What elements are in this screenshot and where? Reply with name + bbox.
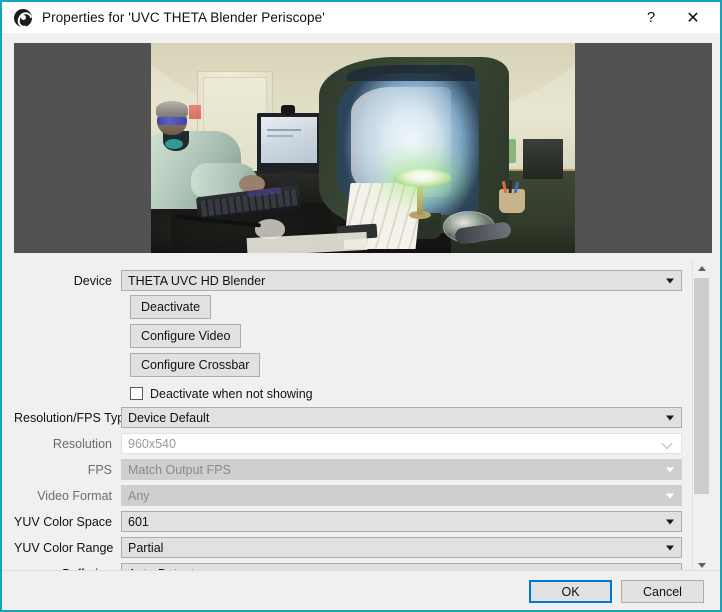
fps-label: FPS <box>87 462 112 477</box>
window-title: Properties for 'UVC THETA Blender Perisc… <box>42 10 325 25</box>
row-configure-video: Configure Video <box>130 324 242 348</box>
scene-person-hair <box>156 101 188 117</box>
title-bar: Properties for 'UVC THETA Blender Perisc… <box>2 2 720 33</box>
scene-main-monitor-topbar <box>347 65 475 81</box>
yuv-color-space-label: YUV Color Space <box>14 514 112 529</box>
deactivate-when-not-showing-label: Deactivate when not showing <box>150 386 313 401</box>
device-select[interactable]: THETA UVC HD Blender <box>121 270 682 291</box>
deactivate-when-not-showing-checkbox[interactable]: Deactivate when not showing <box>130 387 313 401</box>
video-format-label: Video Format <box>37 488 112 503</box>
scene-secondary-monitor-text-2 <box>267 135 293 137</box>
configure-video-button[interactable]: Configure Video <box>130 324 242 348</box>
scene-secondary-monitor-stand <box>281 171 297 185</box>
chevron-down-icon <box>666 519 674 524</box>
chevron-down-icon <box>663 439 672 448</box>
chevron-down-icon <box>666 493 674 498</box>
row-yuv-color-space: YUV Color Space 601 <box>14 511 692 532</box>
yuv-color-space-select[interactable]: 601 <box>121 511 682 532</box>
scene-webcam <box>281 105 295 115</box>
scroll-up-arrow-icon[interactable] <box>693 260 710 277</box>
video-preview <box>14 43 712 253</box>
chevron-down-icon <box>666 415 674 420</box>
help-button[interactable]: ? <box>634 2 668 33</box>
row-resolution-fps-type: Resolution/FPS Type Device Default <box>14 407 692 428</box>
row-configure-crossbar: Configure Crossbar <box>130 353 261 377</box>
chevron-down-icon <box>666 467 674 472</box>
yuv-color-space-value: 601 <box>128 514 149 529</box>
resolution-value: 960x540 <box>128 436 176 451</box>
cancel-button[interactable]: Cancel <box>621 580 704 603</box>
row-deactivate-when-not-showing: Deactivate when not showing <box>130 383 313 404</box>
scene-secondary-monitor-screen <box>261 117 317 163</box>
close-button[interactable]: ✕ <box>676 2 710 33</box>
configure-crossbar-button[interactable]: Configure Crossbar <box>130 353 261 377</box>
scene-lamp-shade <box>393 169 451 187</box>
scrollbar-thumb[interactable] <box>694 278 709 494</box>
resolution-fps-type-label: Resolution/FPS Type <box>14 410 132 425</box>
row-resolution: Resolution 960x540 <box>14 433 692 454</box>
resolution-label: Resolution <box>52 436 112 451</box>
resolution-fps-type-value: Device Default <box>128 410 210 425</box>
fps-value: Match Output FPS <box>128 462 231 477</box>
fps-select: Match Output FPS <box>121 459 682 480</box>
scene-wall-note <box>189 105 201 119</box>
checkbox-box-icon <box>130 387 143 400</box>
dialog-footer: OK Cancel <box>2 570 720 610</box>
scene-secondary-monitor-text-1 <box>267 129 301 131</box>
chevron-down-icon <box>666 545 674 550</box>
properties-dialog-window: Properties for 'UVC THETA Blender Perisc… <box>0 0 722 612</box>
row-video-format: Video Format Any <box>14 485 692 506</box>
device-label: Device <box>73 273 112 288</box>
video-frame <box>151 43 575 253</box>
resolution-select: 960x540 <box>121 433 682 454</box>
chevron-down-icon <box>666 278 674 283</box>
device-value: THETA UVC HD Blender <box>128 273 266 288</box>
scene-person-glasses <box>157 117 187 125</box>
scene-person-scarf <box>165 139 183 149</box>
scene-lamp-pole <box>417 185 423 215</box>
obs-logo-icon <box>14 8 32 27</box>
row-fps: FPS Match Output FPS <box>14 459 692 480</box>
deactivate-button[interactable]: Deactivate <box>130 295 212 319</box>
resolution-fps-type-select[interactable]: Device Default <box>121 407 682 428</box>
ok-button[interactable]: OK <box>529 580 612 603</box>
row-deactivate: Deactivate <box>130 295 212 319</box>
form-scrollbar[interactable] <box>692 260 709 574</box>
scene-shelf-items <box>523 139 563 179</box>
yuv-color-range-label: YUV Color Range <box>14 540 114 555</box>
video-format-value: Any <box>128 488 150 503</box>
row-yuv-color-range: YUV Color Range Partial <box>14 537 692 558</box>
settings-form: Device THETA UVC HD Blender Deactivate C… <box>14 260 712 574</box>
row-device: Device THETA UVC HD Blender <box>14 270 692 291</box>
scene-pen-cup <box>499 189 525 213</box>
yuv-color-range-value: Partial <box>128 540 164 555</box>
yuv-color-range-select[interactable]: Partial <box>121 537 682 558</box>
video-format-select: Any <box>121 485 682 506</box>
